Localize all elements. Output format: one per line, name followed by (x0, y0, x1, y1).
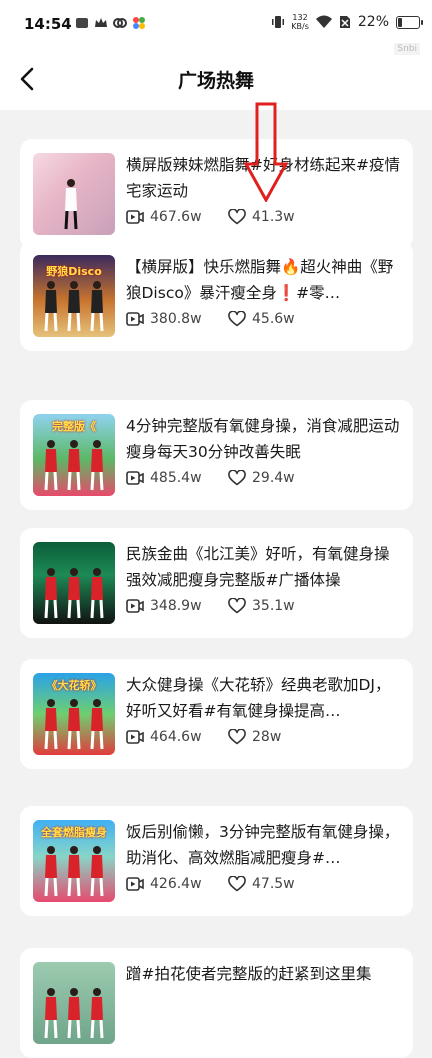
watermark: Snbi (394, 43, 420, 55)
link-app-icon (113, 18, 127, 28)
dancer-figures (64, 179, 78, 230)
thumbnail-caption: 完整版《 (52, 420, 96, 433)
play-count: 485.4w (126, 470, 228, 486)
video-play-icon (126, 312, 144, 326)
video-card[interactable]: 横屏版辣妹燃脂舞#好身材练起来#疫情宅家运动 467.6w 41.3w (20, 139, 413, 249)
video-play-icon (126, 599, 144, 613)
play-count-value: 380.8w (150, 311, 202, 327)
heart-icon (228, 598, 246, 614)
video-thumbnail[interactable]: 全套燃脂瘦身 (33, 820, 115, 902)
notification-icons (75, 16, 146, 30)
like-count[interactable]: 47.5w (228, 876, 295, 892)
like-count[interactable]: 29.4w (228, 470, 295, 486)
net-speed: 132 KB/s (291, 13, 309, 31)
video-card[interactable]: 蹭#拍花使者完整版的赶紧到这里集 (20, 948, 413, 1058)
like-count[interactable]: 28w (228, 729, 281, 745)
play-count: 426.4w (126, 876, 228, 892)
play-count-value: 348.9w (150, 598, 202, 614)
video-thumbnail[interactable]: 完整版《 (33, 414, 115, 496)
video-play-icon (126, 471, 144, 485)
heart-icon (228, 876, 246, 892)
header: Snbi 广场热舞 (0, 43, 432, 110)
heart-icon (228, 311, 246, 327)
video-title[interactable]: 4分钟完整版有氧健身操，消食减肥运动瘦身每天30分钟改善失眠 (126, 413, 401, 465)
video-play-icon (126, 730, 144, 744)
vibrate-icon (272, 16, 285, 28)
heart-icon (228, 209, 246, 225)
net-speed-unit: KB/s (291, 22, 309, 31)
thumbnail-caption: 野狼Disco (46, 265, 102, 278)
heart-icon (228, 729, 246, 745)
video-stats: 348.9w 35.1w (126, 598, 295, 614)
no-sim-icon (339, 16, 350, 28)
like-count[interactable]: 45.6w (228, 311, 295, 327)
battery-fill (398, 17, 402, 27)
video-title[interactable]: 蹭#拍花使者完整版的赶紧到这里集 (126, 961, 401, 1013)
video-title[interactable]: 民族金曲《北江美》好听，有氧健身操强效减肥瘦身完整版#广播体操 (126, 541, 401, 593)
video-title[interactable]: 大众健身操《大花轿》经典老歌加DJ，好听又好看#有氧健身操提高… (126, 672, 401, 724)
play-count-value: 426.4w (150, 876, 202, 892)
video-thumbnail[interactable] (33, 542, 115, 624)
red-down-arrow-annotation (244, 102, 288, 202)
play-count: 467.6w (126, 209, 228, 225)
status-right: 132 KB/s 22% (272, 13, 423, 31)
video-title[interactable]: 饭后别偷懒，3分钟完整版有氧健身操，助消化、高效燃脂减肥瘦身#… (126, 819, 401, 871)
status-bar: 14:54 132 KB/s 22% (0, 0, 432, 50)
like-count-value: 28w (252, 729, 282, 745)
video-thumbnail[interactable]: 《大花轿》 (33, 673, 115, 755)
net-speed-value: 132 (292, 13, 308, 22)
play-count-value: 485.4w (150, 470, 202, 486)
like-count-value: 41.3w (252, 209, 295, 225)
video-stats: 426.4w 47.5w (126, 876, 295, 892)
dancer-figures (44, 988, 104, 1039)
play-count: 348.9w (126, 598, 228, 614)
video-card[interactable]: 《大花轿》 大众健身操《大花轿》经典老歌加DJ，好听又好看#有氧健身操提高… 464… (20, 659, 413, 769)
status-time: 14:54 (24, 15, 72, 33)
like-count[interactable]: 35.1w (228, 598, 295, 614)
wifi-icon (315, 15, 332, 28)
video-stats: 485.4w 29.4w (126, 470, 295, 486)
play-count: 380.8w (126, 311, 228, 327)
dancer-figures (44, 568, 104, 619)
video-card[interactable]: 完整版《 4分钟完整版有氧健身操，消食减肥运动瘦身每天30分钟改善失眠 485.4w… (20, 400, 413, 510)
video-stats: 464.6w 28w (126, 729, 281, 745)
page-title: 广场热舞 (177, 70, 254, 92)
colorful-app-icon (133, 17, 145, 29)
app-notification-icon (76, 18, 88, 28)
like-count-value: 47.5w (252, 876, 295, 892)
like-count[interactable]: 41.3w (228, 209, 295, 225)
thumbnail-caption: 全套燃脂瘦身 (41, 826, 107, 839)
video-stats: 467.6w 41.3w (126, 209, 295, 225)
video-card[interactable]: 民族金曲《北江美》好听，有氧健身操强效减肥瘦身完整版#广播体操 348.9w 35.… (20, 528, 413, 638)
like-count-value: 35.1w (252, 598, 295, 614)
video-play-icon (126, 210, 144, 224)
thumbnail-caption: 《大花轿》 (46, 679, 102, 692)
video-play-icon (126, 877, 144, 891)
battery-percent: 22% (357, 14, 389, 30)
battery-icon (396, 15, 423, 29)
play-count: 464.6w (126, 729, 228, 745)
video-thumbnail[interactable]: 野狼Disco (33, 255, 115, 337)
video-card[interactable]: 野狼Disco 【横屏版】快乐燃脂舞🔥超火神曲《野狼Disco》暴汗瘦全身❗#零…… (20, 241, 413, 351)
video-thumbnail[interactable] (33, 962, 115, 1044)
heart-icon (228, 470, 246, 486)
video-thumbnail[interactable] (33, 153, 115, 235)
video-title[interactable]: 【横屏版】快乐燃脂舞🔥超火神曲《野狼Disco》暴汗瘦全身❗#零… (126, 254, 401, 306)
crown-icon (95, 18, 107, 27)
video-card[interactable]: 全套燃脂瘦身 饭后别偷懒，3分钟完整版有氧健身操，助消化、高效燃脂减肥瘦身#… 42… (20, 806, 413, 916)
play-count-value: 467.6w (150, 209, 202, 225)
video-stats: 380.8w 45.6w (126, 311, 295, 327)
like-count-value: 45.6w (252, 311, 295, 327)
like-count-value: 29.4w (252, 470, 295, 486)
play-count-value: 464.6w (150, 729, 202, 745)
